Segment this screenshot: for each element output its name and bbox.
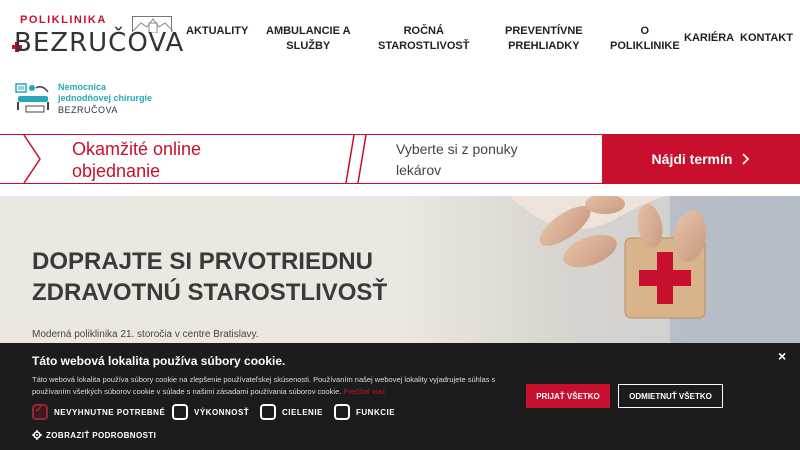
medical-cross-block-image bbox=[510, 196, 800, 356]
sublogo-line-1: Nemocnica bbox=[58, 82, 107, 92]
chevron-right-icon bbox=[742, 153, 750, 165]
cookie-title: Táto webová lokalita používa súbory cook… bbox=[32, 354, 286, 368]
cookie-option-targeting[interactable]: CIELENIE bbox=[260, 404, 323, 420]
find-appointment-button[interactable]: Nájdi termín bbox=[602, 135, 800, 183]
sublogo-line-3: BEZRUČOVA bbox=[58, 105, 118, 115]
cookie-option-label: NEVYHNUTNE POTREBNÉ bbox=[54, 407, 166, 417]
doctor-select[interactable]: Vyberte si z ponuky lekárov bbox=[396, 139, 518, 181]
booking-divider-decor bbox=[345, 135, 367, 183]
gear-icon bbox=[32, 430, 42, 440]
nav-aktuality[interactable]: AKTUALITY bbox=[186, 24, 248, 39]
logo-main-text: BEZRUČOVA bbox=[14, 28, 185, 58]
nav-o-poliklinike[interactable]: O POLIKLINIKE bbox=[610, 24, 680, 54]
accept-all-button[interactable]: PRIJAŤ VŠETKO bbox=[526, 384, 610, 408]
decline-all-button[interactable]: ODMIETNUŤ VŠETKO bbox=[618, 384, 723, 408]
checkbox-icon[interactable] bbox=[260, 404, 276, 420]
cookie-option-label: FUNKCIE bbox=[356, 407, 396, 417]
online-booking-bar: Okamžité online objednanie Vyberte si z … bbox=[0, 134, 800, 184]
nav-kariera[interactable]: KARIÉRA bbox=[684, 31, 734, 46]
cookie-banner: Táto webová lokalita používa súbory cook… bbox=[0, 343, 800, 450]
surgery-hospital-logo[interactable]: Nemocnica jednodňovej chirurgie BEZRUČOV… bbox=[14, 78, 154, 118]
show-details-toggle[interactable]: ZOBRAZIŤ PODROBNOSTI bbox=[32, 430, 156, 440]
site-logo[interactable]: POLIKLINIKA BEZRUČOVA bbox=[12, 14, 183, 64]
cookie-option-functions[interactable]: FUNKCIE bbox=[334, 404, 395, 420]
sublogo-line-2: jednodňovej chirurgie bbox=[58, 93, 153, 103]
show-details-label: ZOBRAZIŤ PODROBNOSTI bbox=[46, 430, 157, 440]
cookie-option-label: CIELENIE bbox=[282, 407, 323, 417]
nav-rocna-starostlivost[interactable]: ROČNÁ STAROSTLIVOSŤ bbox=[378, 24, 469, 54]
site-header: POLIKLINIKA BEZRUČOVA AKTUALITY AMBULANC… bbox=[0, 0, 800, 75]
logo-top-text: POLIKLINIKA bbox=[20, 14, 107, 26]
booking-title: Okamžité online objednanie bbox=[72, 139, 202, 181]
cookie-option-performance[interactable]: VÝKONNOSŤ bbox=[172, 404, 249, 420]
checkbox-icon[interactable] bbox=[334, 404, 350, 420]
nav-preventivne-prehliadky[interactable]: PREVENTÍVNE PREHLIADKY bbox=[505, 24, 583, 54]
cookie-option-necessary[interactable]: NEVYHNUTNE POTREBNÉ bbox=[32, 404, 165, 420]
booking-chevron-decor-left bbox=[23, 135, 41, 183]
hospital-bed-icon bbox=[14, 80, 52, 114]
find-appointment-label: Nájdi termín bbox=[651, 151, 733, 167]
close-icon[interactable]: × bbox=[778, 348, 786, 364]
checkbox-checked-icon[interactable] bbox=[32, 404, 48, 420]
read-more-link[interactable]: Prečítať viac bbox=[343, 387, 385, 396]
checkbox-icon[interactable] bbox=[172, 404, 188, 420]
cookie-option-label: VÝKONNOSŤ bbox=[194, 407, 250, 417]
nav-kontakt[interactable]: KONTAKT bbox=[740, 31, 793, 46]
hero-subtitle: Moderná poliklinika 21. storočia v centr… bbox=[32, 329, 259, 340]
hero-title: DOPRAJTE SI PRVOTRIEDNU ZDRAVOTNÚ STAROS… bbox=[32, 248, 388, 306]
page: POLIKLINIKA BEZRUČOVA AKTUALITY AMBULANC… bbox=[0, 0, 800, 450]
cookie-description-text: Táto webová lokalita používa súbory cook… bbox=[32, 375, 496, 396]
cookie-description: Táto webová lokalita používa súbory cook… bbox=[32, 374, 502, 398]
nav-ambulancie[interactable]: AMBULANCIE A SLUŽBY bbox=[266, 24, 351, 54]
